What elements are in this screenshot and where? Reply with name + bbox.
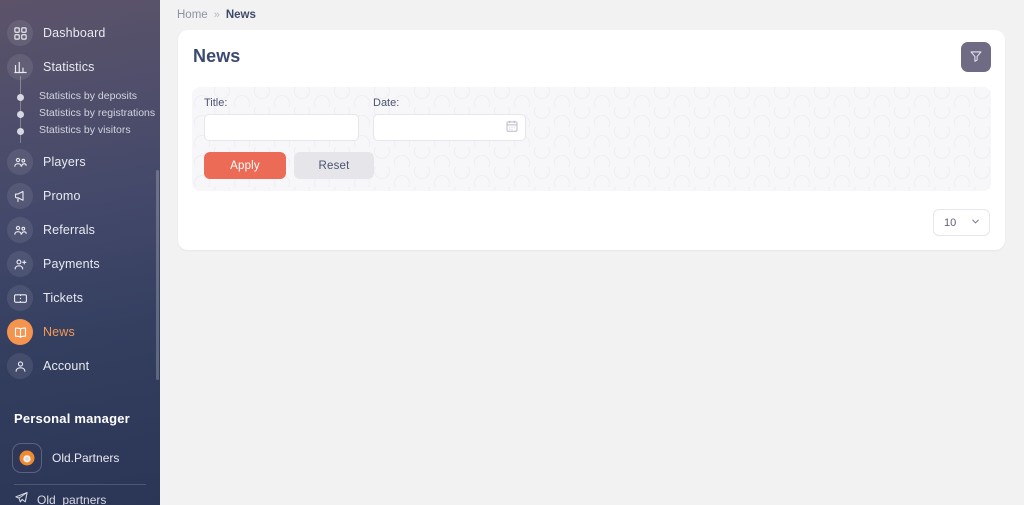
personal-manager-row[interactable]: Old.Partners [0,438,160,478]
main-content: Home » News News Title: Date: Apply Rese… [160,0,1024,505]
personal-manager-heading: Personal manager [14,411,130,426]
card-header: News [192,42,991,72]
title-field-group: Title: [204,97,359,141]
reset-button[interactable]: Reset [294,152,374,179]
sidebar-item-label: Statistics [43,60,95,74]
apply-button[interactable]: Apply [204,152,286,179]
breadcrumb-current: News [225,9,256,21]
sidebar-scrollbar[interactable] [156,170,159,380]
sidebar-item-tickets[interactable]: Tickets [0,281,160,315]
title-field-label: Title: [204,97,228,109]
sidebar-item-promo[interactable]: Promo [0,179,160,213]
bullet-icon [16,93,24,101]
submenu-item-label: Statistics by registrations [39,107,156,120]
players-icon [7,149,33,175]
sidebar-item-news[interactable]: News [0,315,160,349]
sidebar-item-label: Referrals [43,223,96,237]
date-input[interactable] [373,114,526,141]
telegram-icon [14,490,29,505]
personal-manager-contact[interactable]: Old_partners [0,485,160,505]
book-icon [7,319,33,345]
chevron-down-icon [970,214,981,232]
date-input-wrapper [373,114,526,141]
megaphone-icon [7,183,33,209]
title-input[interactable] [204,114,359,141]
submenu-item-statistics-by-visitors[interactable]: Statistics by visitors [0,122,160,139]
page-size-select[interactable]: 10 [933,209,990,236]
avatar [12,443,42,473]
bullet-icon [16,110,24,118]
breadcrumb-separator-icon: » [213,9,220,21]
sidebar-item-label: Account [43,359,90,373]
funnel-icon [969,49,983,66]
sidebar-item-label: Payments [43,257,100,271]
user-icon [7,353,33,379]
sidebar: Dashboard Statistics Statistics by depos… [0,0,160,505]
breadcrumb: Home » News [160,0,1024,21]
personal-manager-contact-label: Old_partners [37,493,107,505]
sidebar-item-label: Tickets [43,291,84,305]
referrals-icon [7,217,33,243]
filter-fields: Title: Date: [204,97,979,141]
sidebar-item-payments[interactable]: Payments [0,247,160,281]
sidebar-item-statistics[interactable]: Statistics [0,50,160,84]
sidebar-item-players[interactable]: Players [0,145,160,179]
ticket-icon [7,285,33,311]
submenu-item-label: Statistics by deposits [39,90,138,103]
submenu-item-label: Statistics by visitors [39,124,131,137]
sidebar-item-label: News [43,325,75,339]
submenu-item-statistics-by-registrations[interactable]: Statistics by registrations [0,105,160,122]
filter-actions: Apply Reset [204,152,979,179]
sidebar-item-label: Dashboard [43,26,106,40]
statistics-submenu: Statistics by deposits Statistics by reg… [0,76,160,145]
breadcrumb-home-link[interactable]: Home [177,9,208,21]
filter-panel: Title: Date: Apply Reset [192,87,991,191]
news-card: News Title: Date: Apply Reset 10 [178,30,1005,250]
submenu-item-statistics-by-deposits[interactable]: Statistics by deposits [0,88,160,105]
page-size-value: 10 [944,216,957,229]
card-footer: 10 [192,209,991,236]
calendar-icon[interactable] [505,119,519,138]
bar-chart-icon [7,54,33,80]
page-title: News [193,46,241,66]
grid-icon [7,20,33,46]
bullet-icon [16,127,24,135]
sidebar-item-label: Promo [43,189,81,203]
date-field-group: Date: [373,97,526,141]
filter-toggle-button[interactable] [961,42,991,72]
sidebar-item-referrals[interactable]: Referrals [0,213,160,247]
date-field-label: Date: [373,97,400,109]
sidebar-item-account[interactable]: Account [0,349,160,383]
sidebar-item-label: Players [43,155,86,169]
app-root: Dashboard Statistics Statistics by depos… [0,0,1024,505]
sidebar-item-dashboard[interactable]: Dashboard [0,16,160,50]
user-plus-icon [7,251,33,277]
personal-manager-name: Old.Partners [52,451,120,465]
